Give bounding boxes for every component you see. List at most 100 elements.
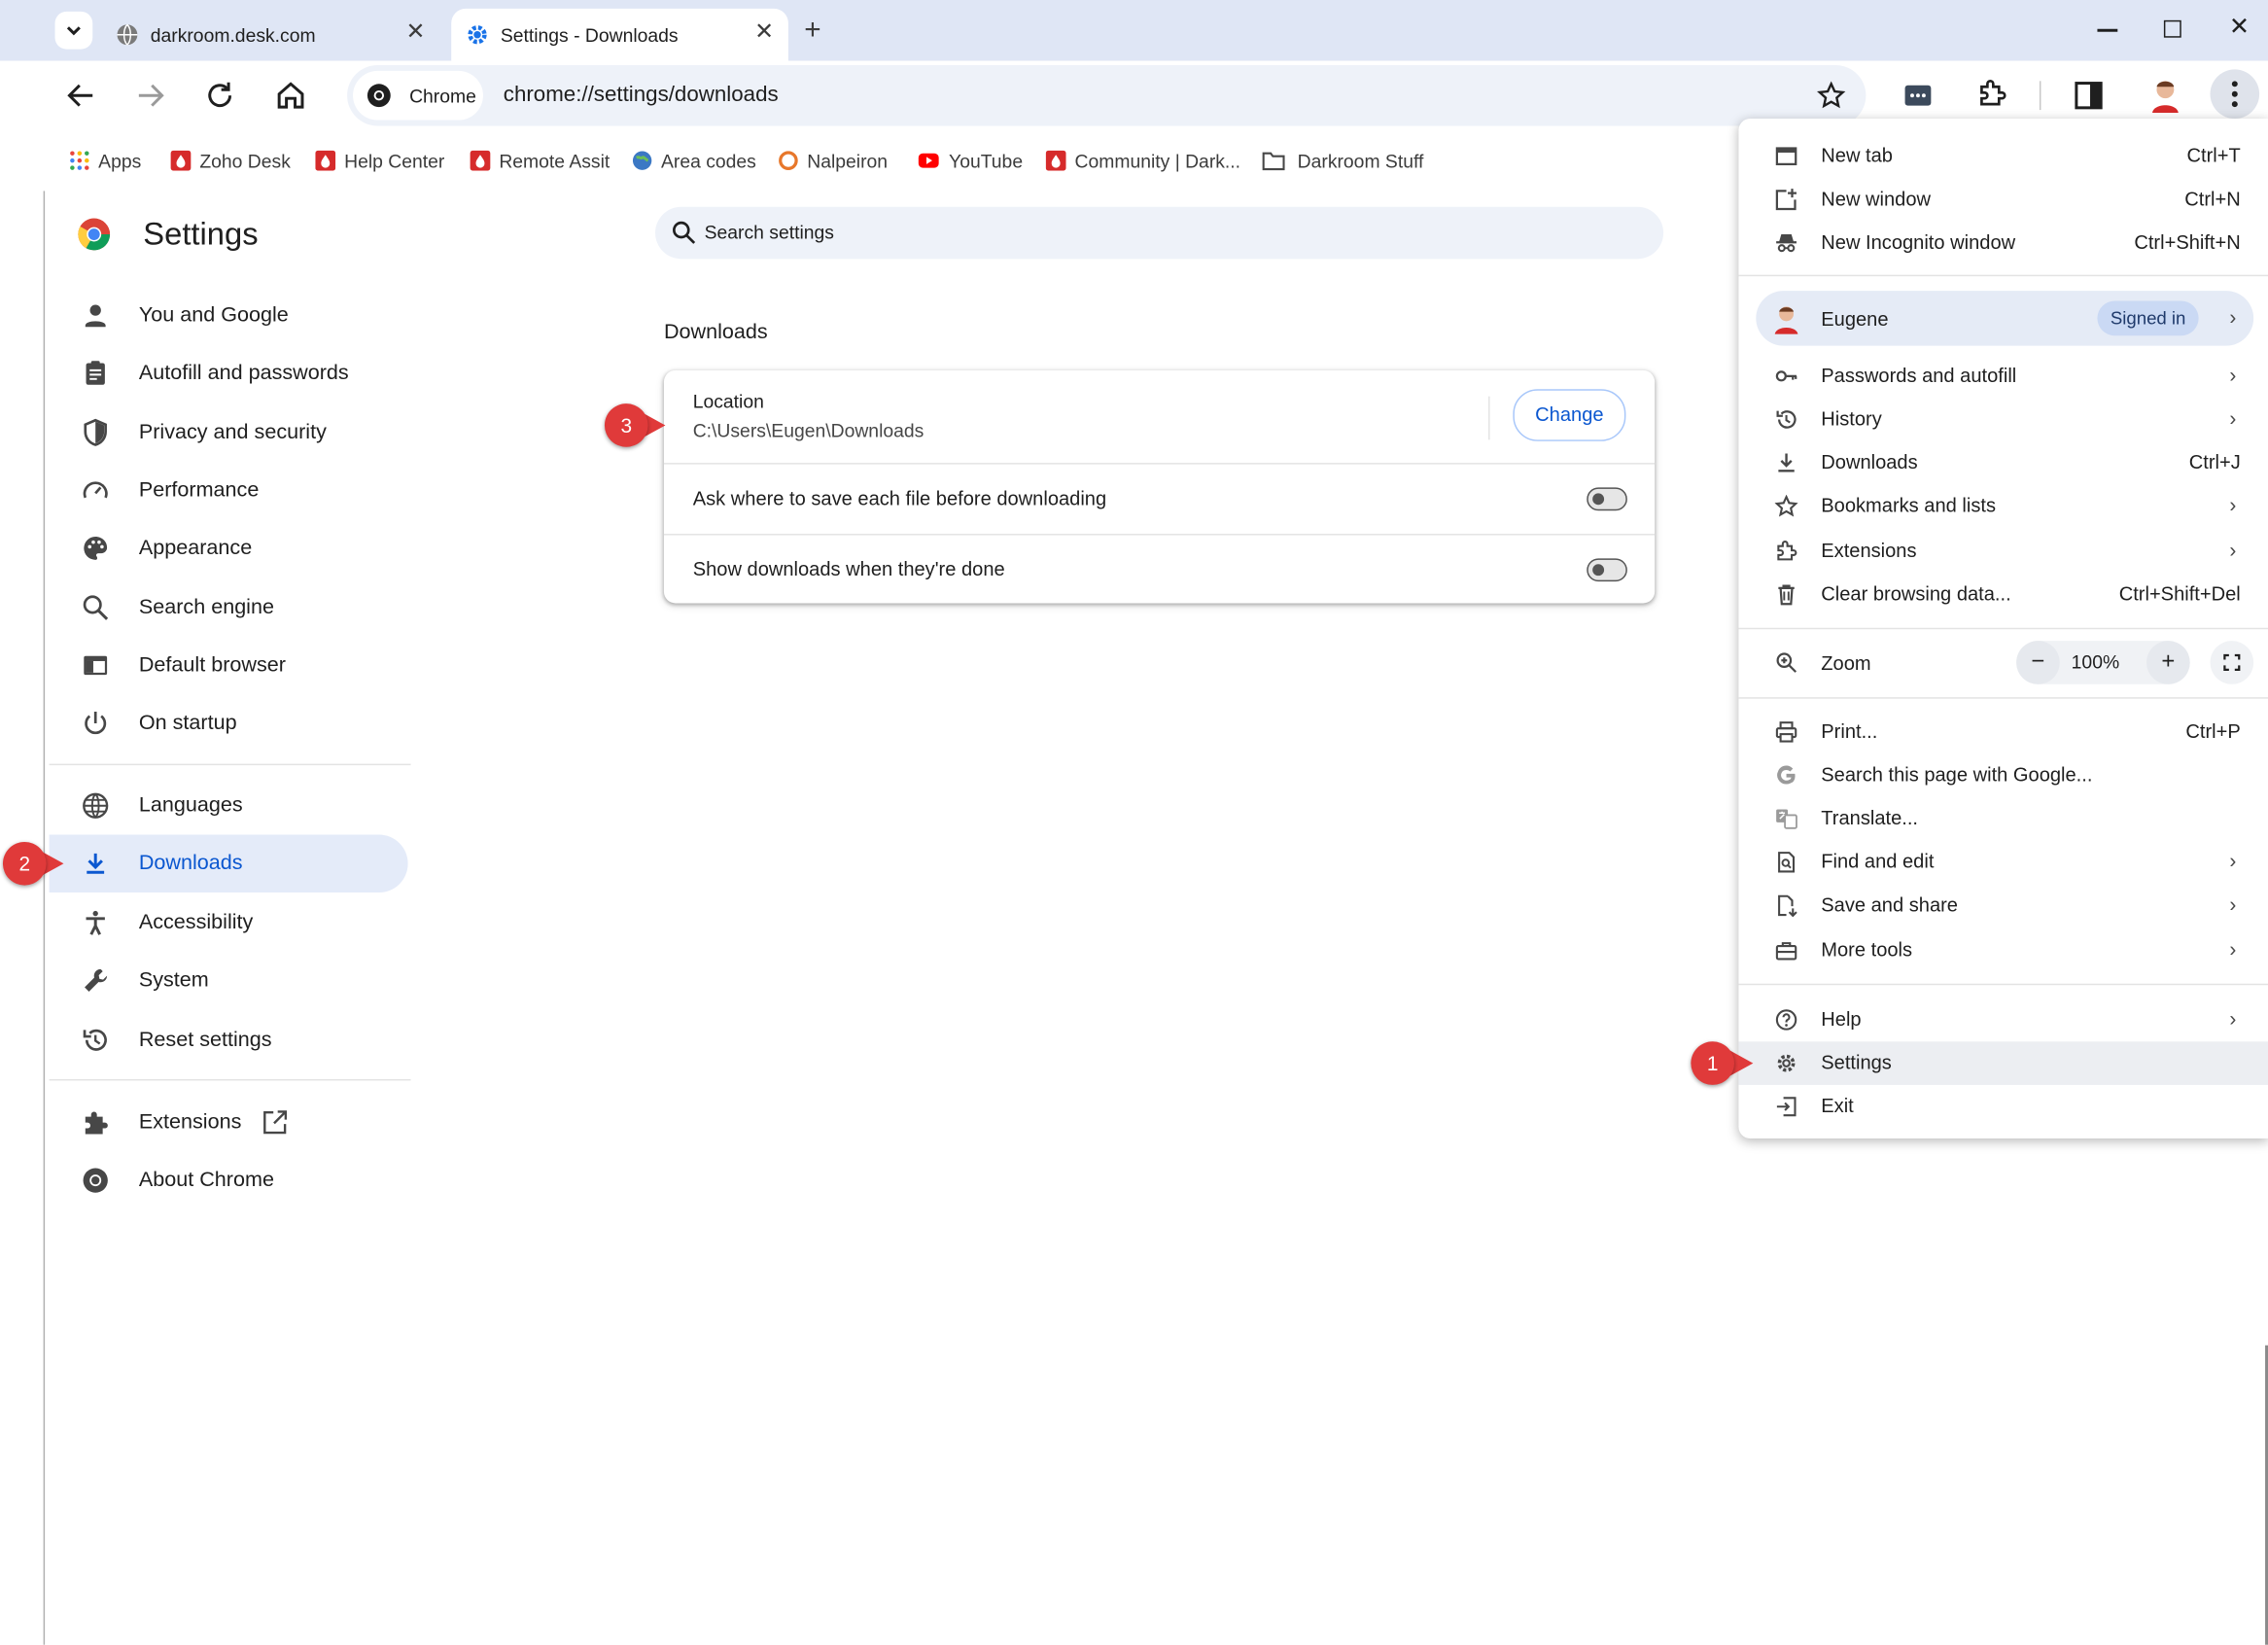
fullscreen-icon	[2223, 653, 2241, 672]
bookmark-folder-darkroom-stuff[interactable]: Darkroom Stuff	[1261, 145, 1423, 177]
chrome-chip[interactable]: Chrome	[353, 70, 483, 121]
home-button[interactable]	[273, 78, 308, 113]
close-icon[interactable]: ✕	[405, 21, 425, 45]
print-icon	[1775, 721, 1797, 743]
search-placeholder: Search settings	[704, 221, 834, 243]
tab-title: darkroom.desk.com	[150, 23, 316, 46]
zoom-in-button[interactable]: +	[2146, 641, 2190, 684]
menu-item-find-and-edit[interactable]: Find and edit ›	[1738, 840, 2268, 884]
menu-shortcut: Ctrl+J	[2188, 451, 2241, 473]
menu-label: Help	[1821, 1008, 1862, 1031]
menu-item-settings[interactable]: Settings	[1738, 1041, 2268, 1085]
bookmark-label: Community | Dark...	[1074, 149, 1241, 172]
sidebar-divider	[49, 1078, 411, 1081]
sidebar-item-default-browser[interactable]: Default browser	[50, 637, 408, 695]
menu-item-bookmarks[interactable]: Bookmarks and lists ›	[1738, 484, 2268, 528]
back-button[interactable]	[63, 78, 98, 113]
sidebar-item-downloads[interactable]: Downloads	[49, 834, 408, 893]
menu-item-save-and-share[interactable]: Save and share ›	[1738, 884, 2268, 928]
menu-item-print[interactable]: Print... Ctrl+P	[1738, 711, 2268, 754]
menu-item-exit[interactable]: Exit	[1738, 1085, 2268, 1129]
side-panel-button[interactable]	[2075, 81, 2104, 110]
maximize-button[interactable]	[2163, 19, 2181, 38]
sidebar-item-search-engine[interactable]: Search engine	[50, 578, 408, 637]
url-text[interactable]: chrome://settings/downloads	[504, 83, 779, 107]
menu-shortcut: Ctrl+Shift+N	[2134, 231, 2241, 254]
show-downloads-toggle[interactable]	[1587, 558, 1627, 582]
bookmark-youtube[interactable]: YouTube	[917, 145, 1023, 177]
tab-settings-downloads[interactable]: Settings - Downloads ✕	[451, 8, 788, 61]
bookmark-label: Remote Assit	[499, 149, 611, 172]
bookmark-label: Help Center	[344, 149, 445, 172]
menu-button[interactable]	[2210, 69, 2260, 120]
menu-item-extensions[interactable]: Extensions ›	[1738, 530, 2268, 574]
sidebar-item-label: System	[138, 968, 209, 993]
bookmark-star-button[interactable]	[1817, 81, 1846, 110]
sidebar-item-about-chrome[interactable]: About Chrome	[50, 1151, 408, 1209]
sidebar-item-extensions[interactable]: Extensions	[50, 1094, 408, 1152]
sidebar-item-label: Extensions	[138, 1110, 242, 1135]
bookmark-area-codes[interactable]: Area codes	[632, 145, 756, 177]
ask-where-toggle[interactable]	[1587, 487, 1627, 511]
menu-item-more-tools[interactable]: More tools ›	[1738, 928, 2268, 972]
menu-item-downloads[interactable]: Downloads Ctrl+J	[1738, 441, 2268, 485]
globe-icon	[83, 792, 109, 819]
chevron-right-icon: ›	[2229, 1006, 2237, 1031]
reload-button[interactable]	[202, 78, 237, 113]
menu-item-new-window[interactable]: New window Ctrl+N	[1738, 178, 2268, 222]
bookmark-community[interactable]: Community | Dark...	[1045, 145, 1241, 177]
menu-divider	[1738, 627, 2268, 630]
close-window-button[interactable]: ✕	[2229, 13, 2250, 42]
zoom-controls: − 100% +	[2016, 641, 2190, 684]
menu-label: New tab	[1821, 144, 1893, 167]
sidebar-item-accessibility[interactable]: Accessibility	[50, 894, 408, 953]
bookmark-nalpeiron[interactable]: Nalpeiron	[778, 145, 888, 177]
extension-button[interactable]	[1903, 81, 1933, 110]
sidebar-item-reset-settings[interactable]: Reset settings	[50, 1011, 408, 1069]
search-settings-input[interactable]: Search settings	[655, 206, 1664, 260]
sidebar-item-on-startup[interactable]: On startup	[50, 694, 408, 752]
sidebar-item-privacy[interactable]: Privacy and security	[50, 403, 408, 462]
sidebar-item-you-and-google[interactable]: You and Google	[50, 287, 408, 345]
sidebar-item-languages[interactable]: Languages	[50, 777, 408, 835]
minimize-button[interactable]	[2097, 28, 2118, 32]
menu-label: Search this page with Google...	[1821, 763, 2093, 786]
menu-item-translate[interactable]: Translate...	[1738, 797, 2268, 841]
bookmark-help-center[interactable]: Help Center	[315, 145, 444, 177]
zoom-out-button[interactable]: −	[2016, 641, 2060, 684]
chevron-right-icon: ›	[2229, 937, 2237, 961]
menu-item-new-incognito[interactable]: New Incognito window Ctrl+Shift+N	[1738, 222, 2268, 265]
menu-item-search-with-google[interactable]: Search this page with Google...	[1738, 753, 2268, 797]
menu-profile-row[interactable]: Eugene Signed in ›	[1756, 291, 2254, 346]
downloads-card: Location C:\Users\Eugen\Downloads Change…	[663, 369, 1656, 604]
new-tab-button[interactable]: +	[804, 15, 820, 48]
forward-button[interactable]	[133, 78, 168, 113]
menu-item-help[interactable]: Help ›	[1738, 998, 2268, 1042]
menu-label: Exit	[1821, 1095, 1854, 1117]
annotation-badge-1: 1	[1691, 1041, 1734, 1085]
menu-label: Extensions	[1821, 539, 1917, 562]
incognito-icon	[1776, 234, 1797, 253]
bookmark-zoho-desk[interactable]: Zoho Desk	[170, 145, 291, 177]
sidebar-item-autofill[interactable]: Autofill and passwords	[50, 344, 408, 402]
fullscreen-button[interactable]	[2210, 641, 2254, 684]
close-icon[interactable]: ✕	[754, 21, 774, 45]
bookmark-remote-assit[interactable]: Remote Assit	[470, 145, 611, 177]
sidebar-item-appearance[interactable]: Appearance	[50, 519, 408, 578]
chip-label: Chrome	[409, 85, 476, 107]
menu-item-passwords[interactable]: Passwords and autofill ›	[1738, 355, 2268, 399]
clipboard-icon	[86, 361, 105, 385]
extensions-button[interactable]	[1975, 78, 2007, 110]
tab-darkroom[interactable]: darkroom.desk.com ✕	[104, 9, 439, 61]
menu-item-history[interactable]: History ›	[1738, 398, 2268, 441]
sidebar-item-performance[interactable]: Performance	[50, 462, 408, 520]
bookmark-apps[interactable]: Apps	[69, 145, 141, 177]
menu-item-clear-browsing-data[interactable]: Clear browsing data... Ctrl+Shift+Del	[1738, 573, 2268, 616]
change-button[interactable]: Change	[1513, 389, 1626, 441]
toolbar-divider	[2039, 81, 2041, 111]
sidebar-item-system[interactable]: System	[50, 952, 408, 1010]
profile-avatar-button[interactable]	[2146, 75, 2184, 114]
tab-search-button[interactable]	[54, 11, 93, 50]
darkroom-icon	[315, 150, 336, 171]
menu-item-new-tab[interactable]: New tab Ctrl+T	[1738, 134, 2268, 178]
